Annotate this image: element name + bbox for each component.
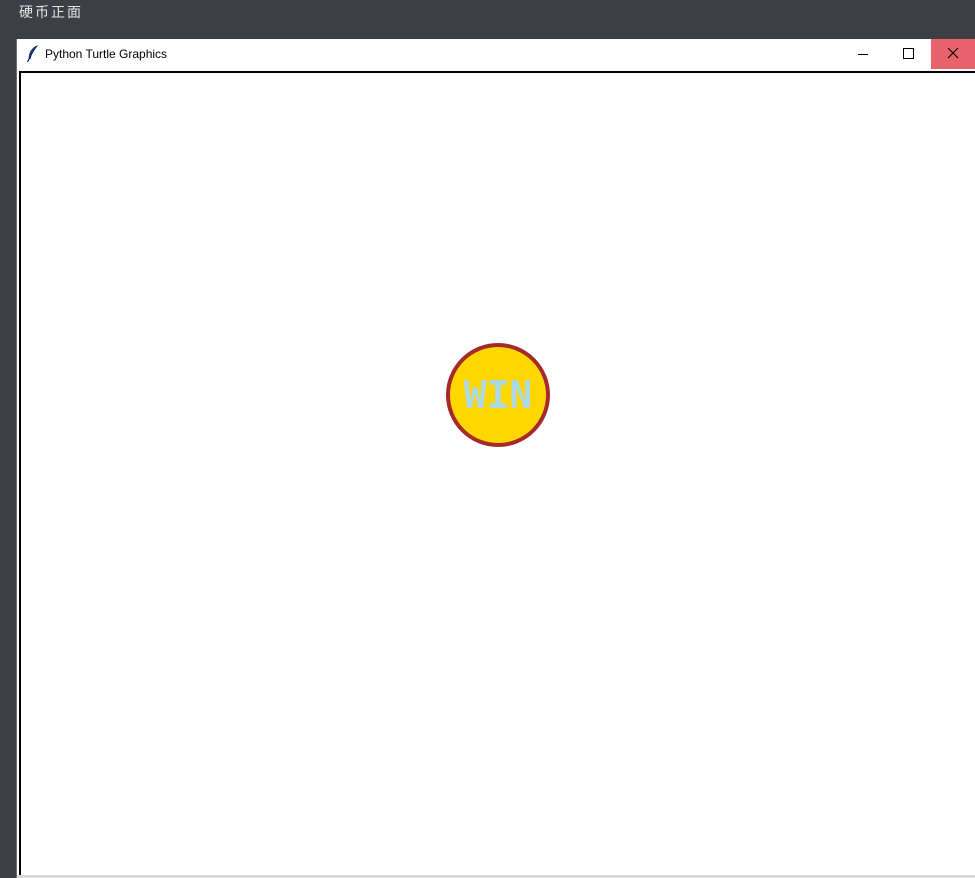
close-icon — [947, 47, 959, 59]
maximize-button[interactable] — [886, 39, 930, 69]
turtle-window: Python Turtle Graphics WIN — [16, 39, 975, 878]
feather-icon — [26, 45, 40, 63]
maximize-icon — [903, 48, 914, 59]
console-output-text: 硬币正面 — [19, 5, 83, 21]
desktop: 硬币正面 Python Turtle Graphics WIN — [0, 0, 975, 878]
turtle-canvas[interactable]: WIN — [19, 71, 975, 878]
title-bar[interactable]: Python Turtle Graphics — [17, 39, 975, 69]
coin: WIN — [446, 343, 550, 447]
window-title: Python Turtle Graphics — [45, 47, 168, 61]
minimize-icon — [858, 54, 868, 55]
minimize-button[interactable] — [841, 39, 885, 69]
coin-label: WIN — [464, 373, 533, 417]
canvas-drawing: WIN — [446, 343, 550, 447]
close-button[interactable] — [931, 39, 975, 69]
